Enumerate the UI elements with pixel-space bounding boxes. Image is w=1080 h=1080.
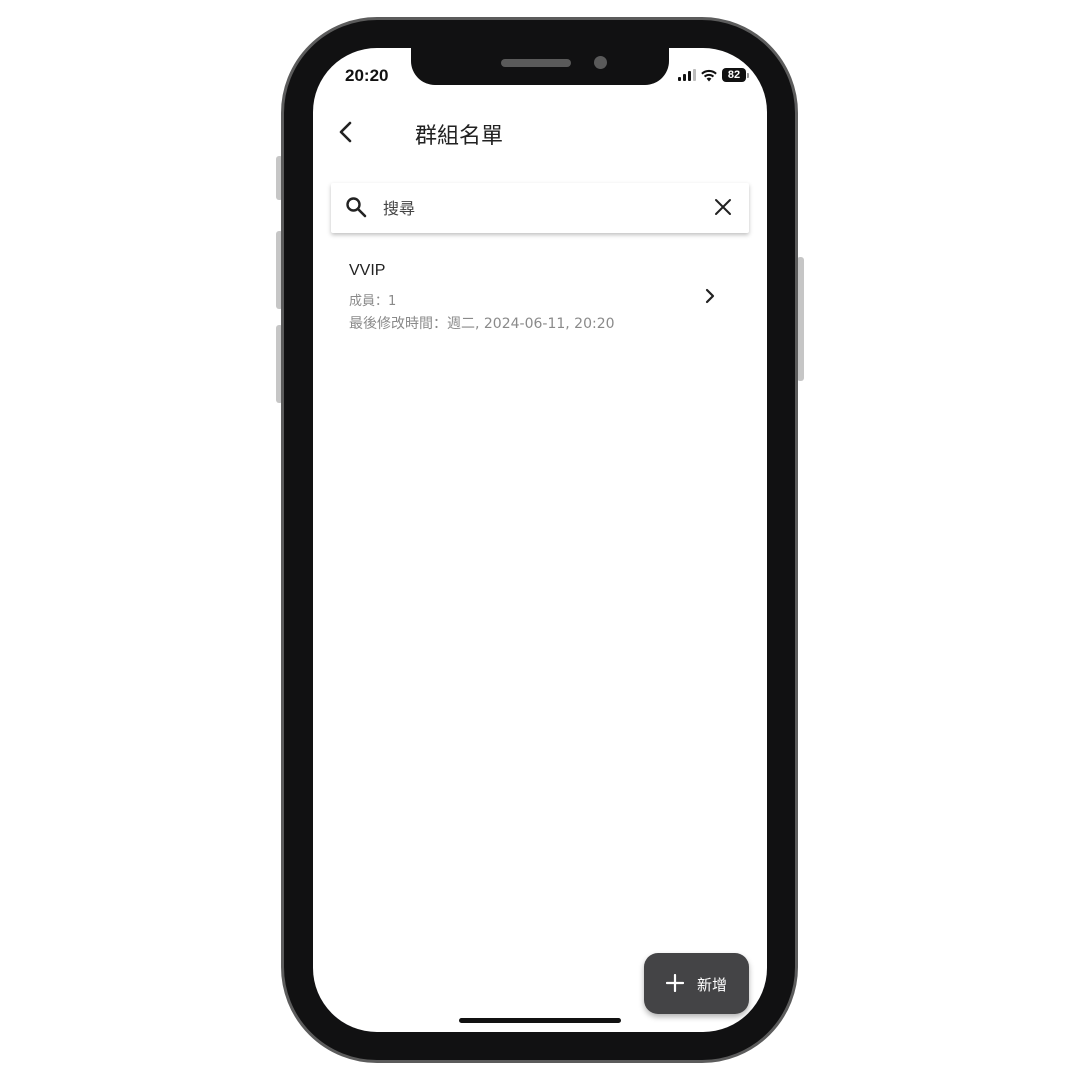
search-bar (331, 183, 749, 233)
power-button (797, 257, 804, 381)
chevron-right-icon (705, 288, 715, 304)
page-title: 群組名單 (415, 124, 504, 149)
group-last-modified: 最後修改時間：週二, 2024-06-11, 20:20 (349, 316, 615, 332)
status-time: 20:20 (345, 66, 389, 85)
list-item[interactable]: VVIP 成員：1 最後修改時間：週二, 2024-06-11, 20:20 (313, 253, 767, 343)
group-name: VVIP (349, 262, 386, 279)
plus-icon (666, 974, 684, 992)
add-group-button[interactable]: 新增 (644, 953, 749, 1014)
search-icon (346, 197, 367, 218)
fab-label: 新增 (697, 976, 728, 994)
search-input[interactable] (383, 195, 683, 221)
wifi-icon (701, 69, 717, 81)
notch (411, 48, 669, 85)
group-members: 成員：1 (349, 294, 397, 309)
close-icon[interactable] (713, 197, 733, 217)
speaker (501, 59, 571, 67)
signal-icon (678, 69, 696, 81)
phone-screen: 20:20 82 群組名單 VVIP 成員：1 最後修改時間：週二, 2024-… (313, 48, 767, 1032)
battery-icon: 82 (722, 68, 746, 82)
front-camera (594, 56, 607, 69)
home-indicator[interactable] (459, 1018, 621, 1023)
status-icons: 82 (678, 68, 749, 82)
chevron-left-icon[interactable] (335, 120, 357, 144)
battery-tip (747, 72, 749, 78)
